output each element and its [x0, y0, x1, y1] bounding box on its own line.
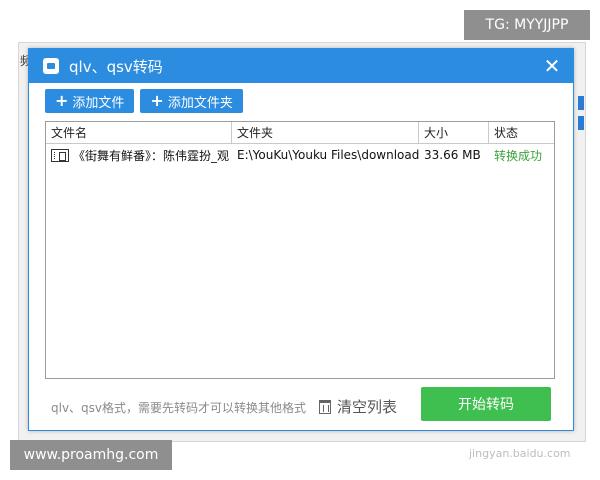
- file-table: 文件名 文件夹 大小 状态 《街舞有鲜番》：陈伟霆扮_观 E:\YouKu\Yo…: [45, 121, 555, 379]
- clear-list-label: 清空列表: [337, 398, 398, 416]
- background-marker: [578, 116, 584, 130]
- dialog-title: qlv、qsv转码: [69, 57, 163, 76]
- toolbar: + 添加文件 + 添加文件夹: [45, 89, 243, 113]
- background-marker: [578, 96, 584, 110]
- column-header-size[interactable]: 大小: [419, 122, 489, 143]
- plus-icon: +: [55, 91, 69, 110]
- watermark-text: jingyan.baidu.com: [469, 447, 571, 460]
- start-convert-button[interactable]: 开始转码: [421, 387, 551, 421]
- site-badge: www.proamhg.com: [10, 440, 172, 470]
- add-file-label: 添加文件: [72, 95, 125, 111]
- app-icon: [43, 58, 59, 74]
- transcode-dialog: qlv、qsv转码 ✕ + 添加文件 + 添加文件夹 文件名 文件夹 大小 状态…: [28, 48, 574, 460]
- plus-icon: +: [150, 91, 164, 110]
- trash-icon: [319, 399, 331, 414]
- format-note: qlv、qsv格式，需要先转码才可以转换其他格式: [51, 401, 307, 415]
- file-name: 《街舞有鲜番》：陈伟霆扮_观: [73, 148, 230, 163]
- dialog-titlebar: qlv、qsv转码 ✕: [29, 49, 573, 83]
- column-header-name[interactable]: 文件名: [46, 122, 232, 143]
- add-folder-button[interactable]: + 添加文件夹: [140, 89, 243, 113]
- cell-size: 33.66 MB: [424, 148, 481, 162]
- tg-badge: TG: MYYJJPP: [464, 10, 590, 40]
- cell-folder: E:\YouKu\Youku Files\download: [237, 148, 419, 162]
- cell-name: 《街舞有鲜番》：陈伟霆扮_观: [46, 147, 232, 164]
- column-header-folder[interactable]: 文件夹: [232, 122, 419, 143]
- add-file-button[interactable]: + 添加文件: [45, 89, 135, 113]
- video-file-icon: [51, 148, 69, 162]
- column-header-status[interactable]: 状态: [489, 122, 554, 143]
- add-folder-label: 添加文件夹: [167, 95, 233, 111]
- close-button[interactable]: ✕: [541, 55, 563, 77]
- clear-list-button[interactable]: 清空列表: [319, 396, 397, 417]
- table-header: 文件名 文件夹 大小 状态: [46, 122, 554, 144]
- table-row[interactable]: 《街舞有鲜番》：陈伟霆扮_观 E:\YouKu\Youku Files\down…: [46, 144, 554, 166]
- cell-status: 转换成功: [494, 148, 543, 163]
